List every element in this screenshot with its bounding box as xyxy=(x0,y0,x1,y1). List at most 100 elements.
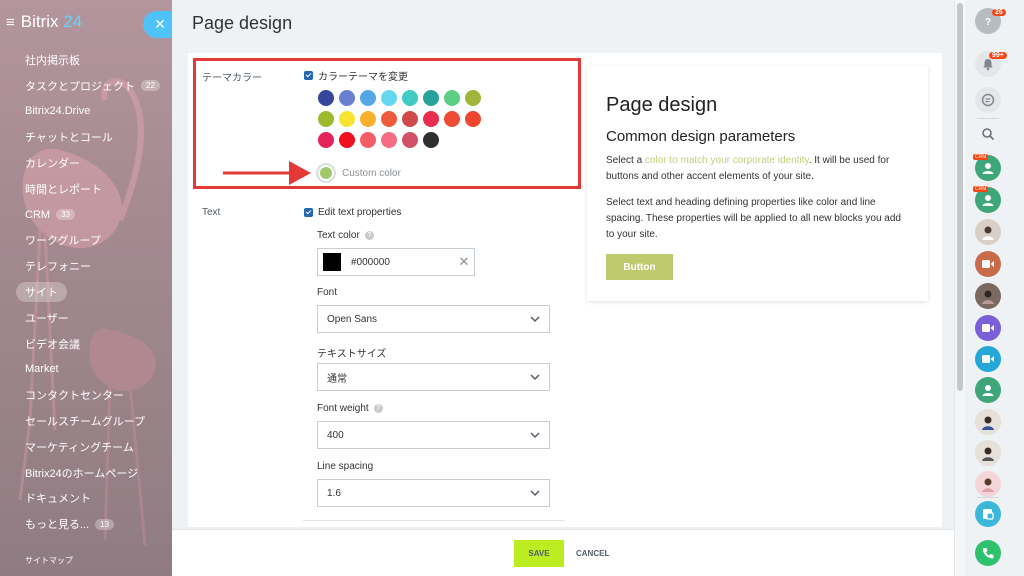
save-button[interactable]: SAVE xyxy=(514,540,564,567)
spacing-label: Line spacing xyxy=(317,461,373,472)
user-avatar[interactable] xyxy=(975,440,1001,466)
text-color-label-row: Text color ? xyxy=(317,230,374,241)
user-avatar[interactable] xyxy=(975,219,1001,245)
menu-burger-icon[interactable]: ≡ xyxy=(6,14,15,31)
user-avatar[interactable] xyxy=(975,283,1001,309)
sidebar-menu-item[interactable]: Market xyxy=(0,357,172,383)
user-avatar[interactable] xyxy=(975,409,1001,435)
annotation-arrow-icon xyxy=(223,161,311,185)
video-meeting-icon[interactable] xyxy=(975,346,1001,372)
color-swatch[interactable] xyxy=(339,111,355,127)
close-panel-button[interactable]: ✕ xyxy=(143,11,173,38)
edit-text-checkbox-row[interactable]: Edit text properties xyxy=(304,207,401,218)
text-color-label: Text color xyxy=(317,230,360,241)
color-swatch[interactable] xyxy=(318,111,334,127)
search-icon[interactable] xyxy=(975,121,1001,147)
page-scrollbar[interactable] xyxy=(954,0,965,576)
brand-logo[interactable]: ≡ Bitrix 24 xyxy=(6,12,82,32)
screen-share-icon[interactable] xyxy=(975,501,1001,527)
form-content: テーマカラー カラーテーマを変更 Custom color Text Edit … xyxy=(188,53,942,527)
sidebar-menu-item[interactable]: ビデオ会議 xyxy=(0,331,172,357)
color-swatch[interactable] xyxy=(402,90,418,106)
color-swatch[interactable] xyxy=(381,132,397,148)
scrollbar-thumb[interactable] xyxy=(957,3,963,391)
sidebar-menu-item[interactable]: コンタクトセンター xyxy=(0,382,172,408)
sidebar-menu-item[interactable]: 社内掲示板 xyxy=(0,47,172,73)
sitemap-link[interactable]: サイトマップ xyxy=(25,555,73,566)
custom-color-row[interactable]: Custom color xyxy=(316,163,401,183)
edit-text-checkbox[interactable] xyxy=(304,208,313,217)
sidebar-menu-item[interactable]: セールスチームグループ xyxy=(0,408,172,434)
sidebar-menu-item[interactable]: サイト xyxy=(0,279,172,305)
color-swatch[interactable] xyxy=(444,111,460,127)
sidebar-menu-item-label: Market xyxy=(25,363,59,376)
sidebar-menu-item[interactable]: ワークグループ xyxy=(0,228,172,254)
preview-button[interactable]: Button xyxy=(606,254,673,280)
color-swatch[interactable] xyxy=(465,90,481,106)
color-swatch[interactable] xyxy=(423,90,439,106)
text-color-chip[interactable] xyxy=(323,253,341,271)
color-swatch[interactable] xyxy=(339,132,355,148)
weight-select[interactable]: 400 xyxy=(317,421,550,449)
custom-color-swatch[interactable] xyxy=(316,163,336,183)
color-swatch[interactable] xyxy=(465,111,481,127)
help-question-icon[interactable]: ? xyxy=(373,404,383,413)
chevron-down-icon xyxy=(530,316,540,323)
sidebar-menu-item[interactable]: ドキュメント xyxy=(0,486,172,512)
sidebar-menu-item[interactable]: テレフォニー xyxy=(0,253,172,279)
sidebar-menu-item[interactable]: もっと見る... 13 xyxy=(0,511,172,537)
font-label: Font xyxy=(317,287,337,298)
contact-avatar[interactable] xyxy=(975,377,1001,403)
color-swatch[interactable] xyxy=(444,90,460,106)
color-swatch[interactable] xyxy=(339,90,355,106)
sidebar-menu-item[interactable]: カレンダー xyxy=(0,150,172,176)
brand-text: Bitrix xyxy=(20,12,59,31)
color-swatch[interactable] xyxy=(402,132,418,148)
user-avatar[interactable] xyxy=(975,471,1001,497)
color-swatch[interactable] xyxy=(360,111,376,127)
color-swatch[interactable] xyxy=(381,111,397,127)
sidebar-menu-item-label: ワークグループ xyxy=(25,235,101,248)
cancel-button[interactable]: CANCEL xyxy=(576,540,609,567)
color-swatch[interactable] xyxy=(360,90,376,106)
size-select[interactable]: 通常 xyxy=(317,363,550,391)
sidebar-menu-item[interactable]: Bitrix24.Drive xyxy=(0,99,172,125)
spacing-select[interactable]: 1.6 xyxy=(317,479,550,507)
sidebar-menu-item[interactable]: CRM 33 xyxy=(0,202,172,228)
color-swatch[interactable] xyxy=(360,132,376,148)
preview-subtitle: Common design parameters xyxy=(606,128,796,145)
text-color-input[interactable]: #000000 ✕ xyxy=(317,248,475,276)
sidebar-menu-item[interactable]: マーケティングチーム xyxy=(0,434,172,460)
change-theme-checkbox-row[interactable]: カラーテーマを変更 xyxy=(304,68,408,83)
font-select[interactable]: Open Sans xyxy=(317,305,550,333)
sidebar-menu-item[interactable]: チャットとコール xyxy=(0,124,172,150)
color-swatch[interactable] xyxy=(318,132,334,148)
panel-footer: SAVE CANCEL xyxy=(172,529,954,576)
sidebar-menu-item[interactable]: Bitrix24のホームページ xyxy=(0,460,172,486)
text-color-value: #000000 xyxy=(351,256,390,268)
chat-bubble-icon[interactable] xyxy=(975,87,1001,113)
color-swatch[interactable] xyxy=(402,111,418,127)
change-theme-checkbox[interactable] xyxy=(304,71,313,80)
sidebar-menu-item-label: ドキュメント xyxy=(25,493,91,506)
help-question-icon[interactable]: ? xyxy=(364,231,374,240)
clear-color-icon[interactable]: ✕ xyxy=(454,254,474,270)
section-divider xyxy=(303,520,565,521)
sidebar-menu-item[interactable]: ユーザー xyxy=(0,305,172,331)
video-conference-icon[interactable] xyxy=(975,315,1001,341)
video-call-icon[interactable] xyxy=(975,251,1001,277)
preview-accent-link[interactable]: color to match your corporate identity xyxy=(645,155,809,166)
notifications-count-badge: 99+ xyxy=(989,52,1007,59)
color-swatch[interactable] xyxy=(423,132,439,148)
phone-icon[interactable] xyxy=(975,540,1001,566)
right-toolbar: ? 26 99+ CRM CRM xyxy=(965,0,1024,576)
theme-color-label: テーマカラー xyxy=(202,73,262,84)
color-swatch[interactable] xyxy=(423,111,439,127)
sidebar-menu: 社内掲示板 タスクとプロジェクト 22 Bitrix24.Drive チャットとコールカ… xyxy=(0,47,172,537)
sidebar-menu-item[interactable]: タスクとプロジェクト 22 xyxy=(0,73,172,99)
color-swatch[interactable] xyxy=(318,90,334,106)
sidebar-menu-item[interactable]: 時間とレポート xyxy=(0,176,172,202)
color-swatch[interactable] xyxy=(381,90,397,106)
chevron-down-icon xyxy=(530,432,540,439)
sidebar-menu-item-label: 時間とレポート xyxy=(25,183,102,196)
